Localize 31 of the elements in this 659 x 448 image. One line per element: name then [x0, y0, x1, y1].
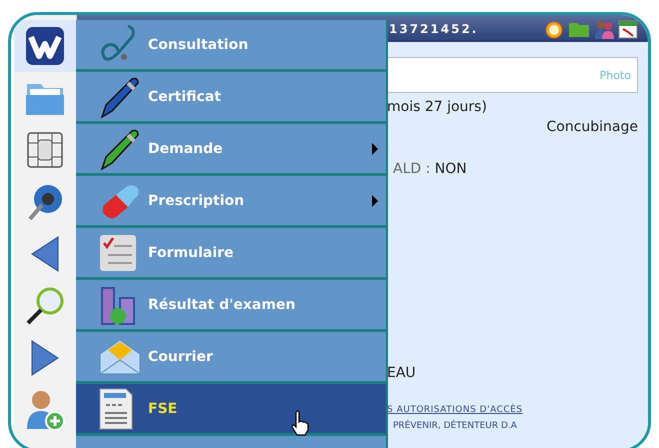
ald-label: ALD : — [393, 161, 430, 177]
menu-item[interactable]: Certificat — [76, 72, 386, 121]
menu-item[interactable]: Résultat d'examen — [76, 280, 386, 329]
menu-item[interactable]: Prescription — [76, 176, 386, 225]
hand-cursor-icon — [290, 410, 310, 436]
forward-arrow-icon[interactable] — [30, 339, 60, 377]
menu-item[interactable]: FSE — [76, 384, 386, 433]
menu-item[interactable]: Formulaire — [76, 228, 386, 277]
menu-item[interactable]: Demande — [76, 124, 386, 173]
add-user-icon[interactable] — [25, 389, 65, 431]
document-icon — [98, 386, 134, 430]
ald-value: NON — [434, 161, 467, 177]
patient-name: EAU — [387, 365, 417, 381]
notice-text: PRÉVENIR, DÉTENTEUR D.A — [392, 421, 518, 431]
logo-icon[interactable] — [25, 26, 65, 66]
chip-icon[interactable] — [26, 131, 64, 169]
patient-age: mois 27 jours) — [387, 99, 488, 115]
submenu-arrow-icon — [372, 194, 378, 206]
menu-item[interactable]: Consultation — [76, 20, 386, 69]
back-arrow-icon[interactable] — [30, 235, 60, 273]
submenu-arrow-icon — [372, 142, 378, 154]
envelope-icon — [98, 338, 142, 376]
photo-label: Photo — [600, 68, 631, 82]
family-status: Concubinage — [546, 119, 638, 135]
calendar-icon[interactable] — [618, 18, 638, 38]
form-icon — [98, 232, 138, 272]
search-icon[interactable] — [25, 286, 65, 326]
alarm-clock-icon[interactable] — [544, 18, 564, 38]
menu-item[interactable]: Courrier — [76, 332, 386, 381]
patient-id: 13721452. — [389, 22, 478, 36]
globe-icon[interactable] — [26, 183, 64, 221]
